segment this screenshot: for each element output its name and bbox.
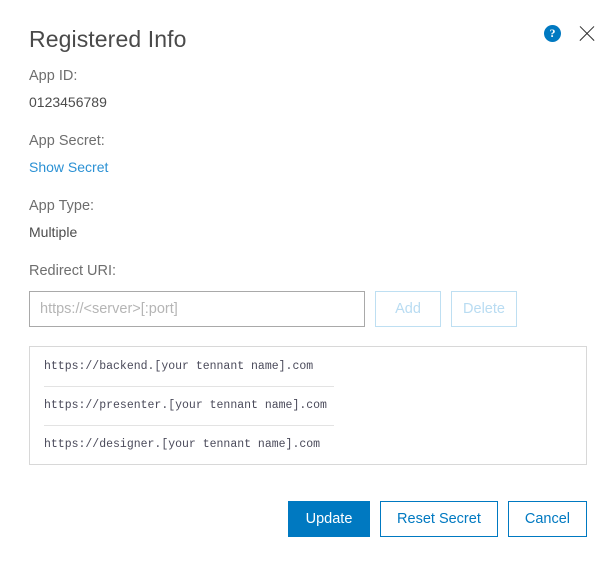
add-button[interactable]: Add [375,291,441,327]
show-secret-link[interactable]: Show Secret [29,157,108,177]
field-app-type: App Type: Multiple [29,196,587,242]
redirect-uri-list: https://backend.[your tennant name].com … [29,346,587,465]
redirect-uri-row: Add Delete [29,291,587,327]
field-app-id: App ID: 0123456789 [29,66,587,112]
reset-secret-button[interactable]: Reset Secret [380,501,498,537]
list-item[interactable]: https://backend.[your tennant name].com [30,347,586,386]
dialog-footer: Update Reset Secret Cancel [288,501,587,537]
close-icon[interactable] [576,22,598,44]
app-id-value: 0123456789 [29,94,107,110]
delete-button[interactable]: Delete [451,291,517,327]
cancel-button[interactable]: Cancel [507,501,587,537]
dialog-header: Registered Info ? [0,0,616,66]
list-item[interactable]: https://designer.[your tennant name].com [30,425,586,464]
app-type-label: App Type: [29,198,95,214]
list-item[interactable]: https://presenter.[your tennant name].co… [30,386,586,425]
field-app-secret: App Secret: Show Secret [29,131,587,177]
app-secret-label: App Secret: [29,133,105,149]
help-icon[interactable]: ? [544,24,561,42]
registered-info-dialog: Registered Info ? App ID: 0123456789 App… [0,0,616,573]
redirect-uri-input[interactable] [29,291,365,327]
dialog-title: Registered Info [29,26,187,52]
header-actions: ? [544,22,598,44]
app-type-value: Multiple [29,224,78,240]
dialog-body: App ID: 0123456789 App Secret: Show Secr… [0,66,616,465]
redirect-uri-label: Redirect URI: [29,263,117,279]
update-button[interactable]: Update [288,501,371,537]
app-id-label: App ID: [29,68,78,84]
